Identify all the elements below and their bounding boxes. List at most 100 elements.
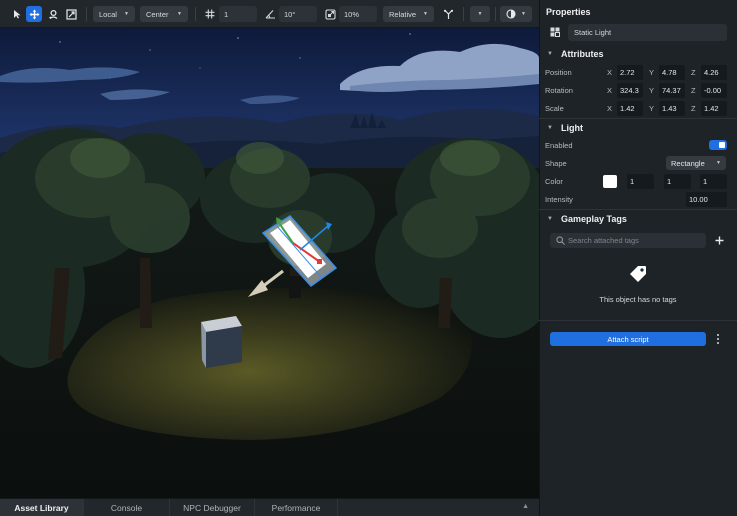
attach-script-label: Attach script — [607, 334, 649, 344]
no-tags-message: This object has no tags — [599, 295, 677, 304]
snap-mode-label: Relative — [389, 9, 417, 19]
angle-snap-field[interactable]: 10° — [279, 6, 317, 22]
chevron-down-icon: ▼ — [547, 125, 553, 131]
tab-label: Console — [110, 502, 143, 513]
position-z-field[interactable]: 4.26 — [701, 65, 727, 80]
scale-snap-value: 10% — [344, 9, 360, 19]
attributes-section-header[interactable]: ▼ Attributes — [539, 46, 737, 62]
scale-z-field[interactable]: 1.42 — [701, 101, 727, 116]
field-value: -0.00 — [704, 86, 722, 95]
shape-label: Shape — [545, 159, 567, 168]
axis-x-label: X — [607, 104, 613, 113]
tab-npc-debugger[interactable]: NPC Debugger — [170, 499, 255, 516]
scene-render — [0, 28, 539, 498]
field-value: 74.37 — [662, 86, 681, 95]
object-name: Static Light — [574, 28, 612, 37]
intensity-field[interactable]: 10.00 — [686, 192, 727, 207]
panel-title: Properties — [546, 7, 591, 17]
viewport-options-dropdown[interactable]: ▼ — [470, 6, 490, 22]
section-title: Gameplay Tags — [561, 214, 627, 224]
axis-x-label: X — [607, 86, 613, 95]
select-tool-button[interactable] — [9, 6, 25, 22]
kebab-dot — [717, 342, 719, 344]
grid-snap-field[interactable]: 1 — [219, 6, 257, 22]
axis-x-label: X — [607, 68, 613, 77]
scale-tool-button[interactable] — [63, 6, 79, 22]
enabled-label: Enabled — [545, 141, 573, 150]
tab-asset-library[interactable]: Asset Library — [0, 499, 84, 516]
color-swatch[interactable] — [603, 175, 617, 188]
chevron-down-icon: ▼ — [124, 11, 129, 17]
transform-space-select[interactable]: Local ▼ — [93, 6, 135, 22]
rotate-tool-icon — [48, 9, 57, 19]
tab-performance[interactable]: Performance — [255, 499, 338, 516]
kebab-dot — [717, 334, 719, 336]
tab-label: Asset Library — [14, 502, 69, 513]
tag-search-input[interactable] — [568, 233, 702, 248]
chevron-down-icon: ▼ — [547, 216, 553, 222]
scene-viewport[interactable] — [0, 28, 539, 498]
section-title: Light — [561, 123, 583, 133]
field-value: 1 — [703, 177, 708, 186]
axis-y-label: Y — [649, 86, 655, 95]
position-y-field[interactable]: 4.78 — [659, 65, 685, 80]
object-name-field[interactable]: Static Light — [568, 24, 727, 41]
light-section-header[interactable]: ▼ Light — [539, 120, 737, 136]
field-value: 324.3 — [620, 86, 639, 95]
toolbar-divider — [463, 7, 464, 21]
tab-console[interactable]: Console — [84, 499, 170, 516]
chevron-down-icon: ▼ — [716, 160, 721, 166]
chevron-down-icon: ▼ — [477, 11, 483, 17]
select-tool-icon — [14, 10, 21, 19]
scale-tool-icon — [65, 8, 77, 20]
gameplay-tags-section-header[interactable]: ▼ Gameplay Tags — [539, 211, 737, 227]
field-value: 2.72 — [620, 68, 635, 77]
color-b-field[interactable]: 1 — [700, 174, 727, 189]
chevron-down-icon: ▼ — [521, 11, 526, 17]
rotation-z-field[interactable]: -0.00 — [701, 83, 727, 98]
rotation-label: Rotation — [545, 86, 573, 95]
rotation-y-field[interactable]: 74.37 — [659, 83, 685, 98]
axis-z-label: Z — [691, 86, 696, 95]
scale-y-field[interactable]: 1.43 — [659, 101, 685, 116]
angle-snap-toggle[interactable] — [262, 6, 278, 22]
tag-search-box[interactable] — [550, 233, 706, 248]
scale-snap-field[interactable]: 10% — [339, 6, 377, 22]
branch-icon — [443, 9, 453, 19]
more-options-icon[interactable] — [714, 332, 722, 346]
move-tool-button[interactable] — [26, 6, 42, 22]
search-icon — [556, 236, 565, 245]
transform-space-label: Local — [99, 9, 117, 19]
grid-snap-toggle[interactable] — [202, 6, 218, 22]
kebab-dot — [717, 338, 719, 340]
chevron-up-icon[interactable]: ▲ — [522, 503, 529, 510]
color-r-field[interactable]: 1 — [627, 174, 654, 189]
add-tag-button[interactable] — [712, 233, 726, 248]
object-icon — [550, 27, 560, 37]
section-divider — [539, 118, 737, 119]
grid-snap-value: 1 — [224, 9, 229, 19]
section-divider — [539, 209, 737, 210]
angle-snap-value: 10° — [284, 9, 296, 19]
scale-x-field[interactable]: 1.42 — [617, 101, 643, 116]
viewport-toolbar: Local ▼ Center ▼ 1 10° 10% Relative ▼ ▼ ▼ — [0, 0, 539, 28]
enabled-toggle[interactable] — [709, 140, 727, 150]
grid-icon — [205, 9, 215, 19]
section-title: Attributes — [561, 49, 604, 59]
color-g-field[interactable]: 1 — [664, 174, 691, 189]
scale-snap-toggle[interactable] — [322, 6, 338, 22]
attach-script-button[interactable]: Attach script — [550, 332, 706, 346]
camera-view-select[interactable]: ▼ — [500, 6, 532, 22]
toolbar-divider — [86, 7, 87, 21]
pivot-mode-select[interactable]: Center ▼ — [140, 6, 188, 22]
snap-mode-select[interactable]: Relative ▼ — [383, 6, 434, 22]
field-value: 10.00 — [689, 195, 708, 204]
rotation-x-field[interactable]: 324.3 — [617, 83, 643, 98]
shape-select[interactable]: Rectangle ▼ — [666, 156, 726, 170]
pivot-branch-button[interactable] — [440, 6, 456, 22]
rotate-tool-button[interactable] — [45, 6, 61, 22]
position-x-field[interactable]: 2.72 — [617, 65, 643, 80]
toggle-knob — [719, 142, 725, 148]
angle-snap-icon — [265, 10, 275, 19]
axis-y-label: Y — [649, 68, 655, 77]
